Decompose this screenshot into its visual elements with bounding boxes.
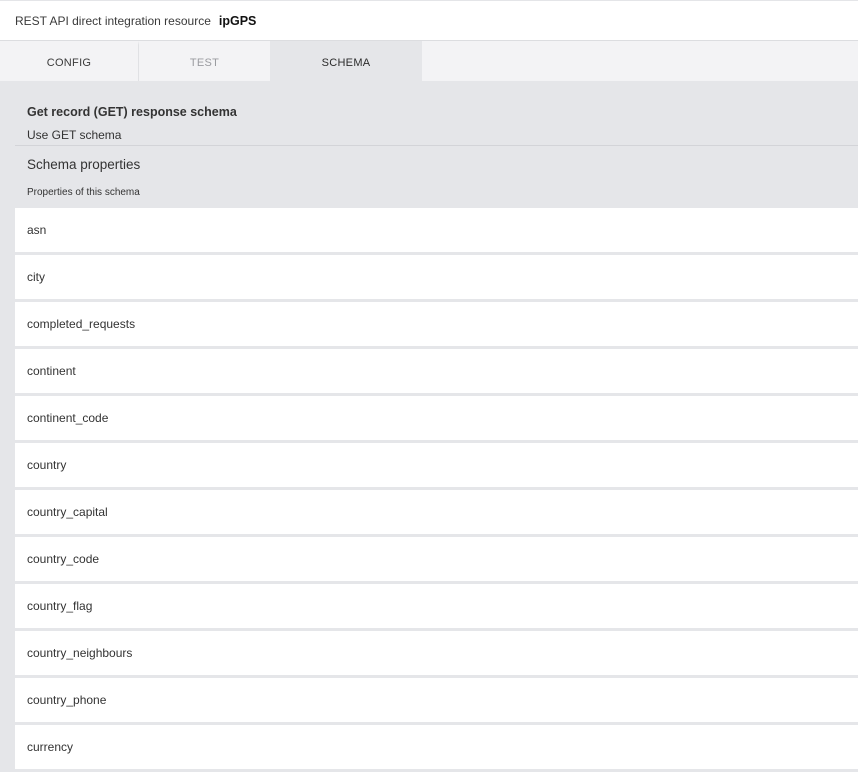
schema-title: Get record (GET) response schema [27, 105, 237, 119]
property-row[interactable]: continent_code [15, 396, 858, 440]
use-get-schema-label: Use GET schema [27, 128, 122, 142]
property-row[interactable]: currency [15, 725, 858, 769]
tab-bar: CONFIG TEST SCHEMA [0, 41, 858, 81]
tab-test[interactable]: TEST [139, 41, 270, 81]
tab-schema[interactable]: SCHEMA [270, 41, 422, 81]
property-row[interactable]: city [15, 255, 858, 299]
properties-list: asn city completed_requests continent contin… [15, 208, 858, 772]
schema-panel: Get record (GET) response schema Use GET… [0, 81, 858, 772]
divider [15, 145, 858, 146]
schema-properties-subheading: Properties of this schema [27, 187, 140, 198]
property-row[interactable]: completed_requests [15, 302, 858, 346]
resource-name: ipGPS [218, 13, 257, 28]
property-row[interactable]: country_neighbours [15, 631, 858, 675]
property-row[interactable]: country_capital [15, 490, 858, 534]
property-row[interactable]: country_flag [15, 584, 858, 628]
property-row[interactable]: country_phone [15, 678, 858, 722]
resource-type-label: REST API direct integration resource [15, 13, 211, 28]
schema-properties-heading: Schema properties [27, 157, 141, 172]
tab-config[interactable]: CONFIG [0, 41, 139, 81]
property-row[interactable]: country [15, 443, 858, 487]
resource-header: REST API direct integration resource ipG… [0, 0, 858, 41]
property-row[interactable]: country_code [15, 537, 858, 581]
property-row[interactable]: asn [15, 208, 858, 252]
property-row[interactable]: continent [15, 349, 858, 393]
